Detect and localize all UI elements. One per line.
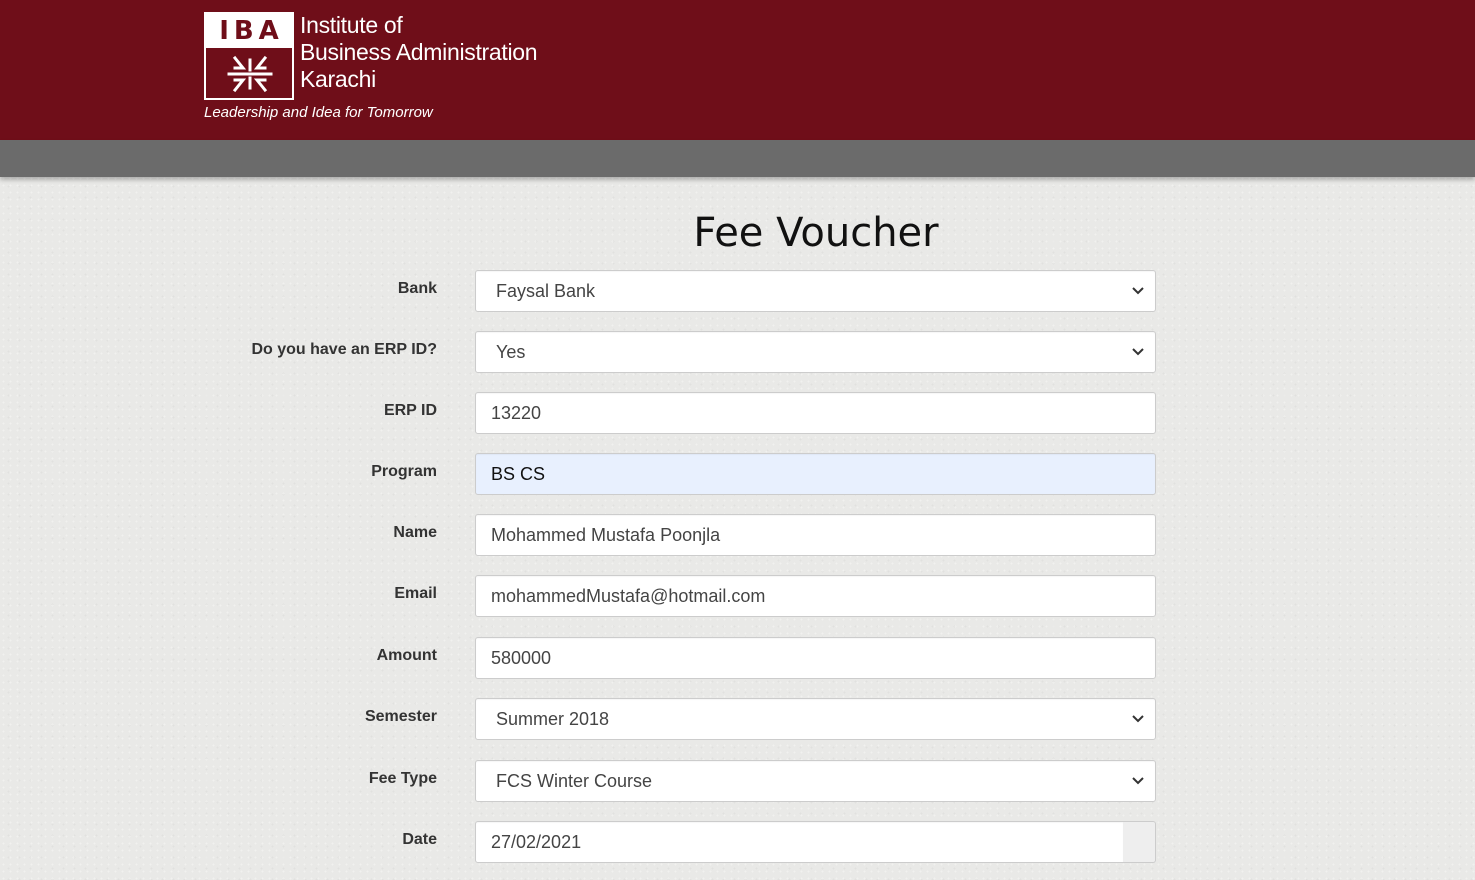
program-input[interactable]: BS CS bbox=[475, 453, 1156, 495]
amount-label: Amount bbox=[376, 647, 437, 664]
name-row: Name Mohammed Mustafa Poonjla bbox=[0, 514, 1475, 556]
fee-type-label: Fee Type bbox=[368, 770, 437, 787]
amount-input[interactable]: 580000 bbox=[475, 637, 1156, 679]
site-header: IBA Institute of Business Administration… bbox=[0, 0, 1475, 140]
email-row: Email mohammedMustafa@hotmail.com bbox=[0, 575, 1475, 617]
bank-value: Faysal Bank bbox=[496, 281, 596, 301]
name-label: Name bbox=[393, 524, 437, 541]
institute-name-line: Business Administration bbox=[300, 39, 538, 65]
erp-id-input[interactable]: 13220 bbox=[475, 392, 1156, 434]
institute-name-line: Karachi bbox=[300, 66, 376, 92]
erp-id-label: ERP ID bbox=[383, 402, 437, 419]
date-row: Date 27/02/2021 bbox=[0, 821, 1475, 863]
chevron-down-icon bbox=[1132, 348, 1144, 356]
date-picker-button[interactable] bbox=[1123, 821, 1156, 863]
amount-row: Amount 580000 bbox=[0, 637, 1475, 679]
semester-row: Semester Summer 2018 bbox=[0, 698, 1475, 740]
institute-name: Institute of Business Administration Kar… bbox=[300, 12, 538, 93]
fee-type-row: Fee Type FCS Winter Course bbox=[0, 760, 1475, 802]
has-erp-row: Do you have an ERP ID? Yes bbox=[0, 331, 1475, 373]
has-erp-label: Do you have an ERP ID? bbox=[251, 341, 437, 358]
fee-type-select[interactable]: FCS Winter Course bbox=[475, 760, 1156, 802]
program-row: Program BS CS bbox=[0, 453, 1475, 495]
erp-id-row: ERP ID 13220 bbox=[0, 392, 1475, 434]
semester-label: Semester bbox=[364, 708, 437, 725]
chevron-down-icon bbox=[1132, 715, 1144, 723]
bank-row: Bank Faysal Bank bbox=[0, 270, 1475, 312]
fee-type-value: FCS Winter Course bbox=[496, 771, 653, 791]
semester-value: Summer 2018 bbox=[496, 709, 610, 729]
date-label: Date bbox=[402, 831, 437, 848]
chevron-down-icon bbox=[1132, 287, 1144, 295]
email-label: Email bbox=[394, 585, 437, 602]
iba-logo[interactable]: IBA bbox=[204, 12, 294, 100]
has-erp-value: Yes bbox=[496, 342, 526, 362]
bank-select[interactable]: Faysal Bank bbox=[475, 270, 1156, 312]
has-erp-select[interactable]: Yes bbox=[475, 331, 1156, 373]
chevron-down-icon bbox=[1132, 777, 1144, 785]
page-title: Fee Voucher bbox=[693, 210, 939, 256]
email-input[interactable]: mohammedMustafa@hotmail.com bbox=[475, 575, 1156, 617]
program-label: Program bbox=[371, 463, 437, 480]
tagline: Leadership and Idea for Tomorrow bbox=[204, 104, 433, 121]
iba-emblem-icon bbox=[227, 55, 273, 93]
nav-bar bbox=[0, 140, 1475, 177]
name-input[interactable]: Mohammed Mustafa Poonjla bbox=[475, 514, 1156, 556]
date-input[interactable]: 27/02/2021 bbox=[475, 821, 1124, 863]
logo-abbreviation: IBA bbox=[206, 14, 292, 48]
bank-label: Bank bbox=[397, 280, 437, 297]
institute-name-line: Institute of bbox=[300, 12, 403, 38]
semester-select[interactable]: Summer 2018 bbox=[475, 698, 1156, 740]
